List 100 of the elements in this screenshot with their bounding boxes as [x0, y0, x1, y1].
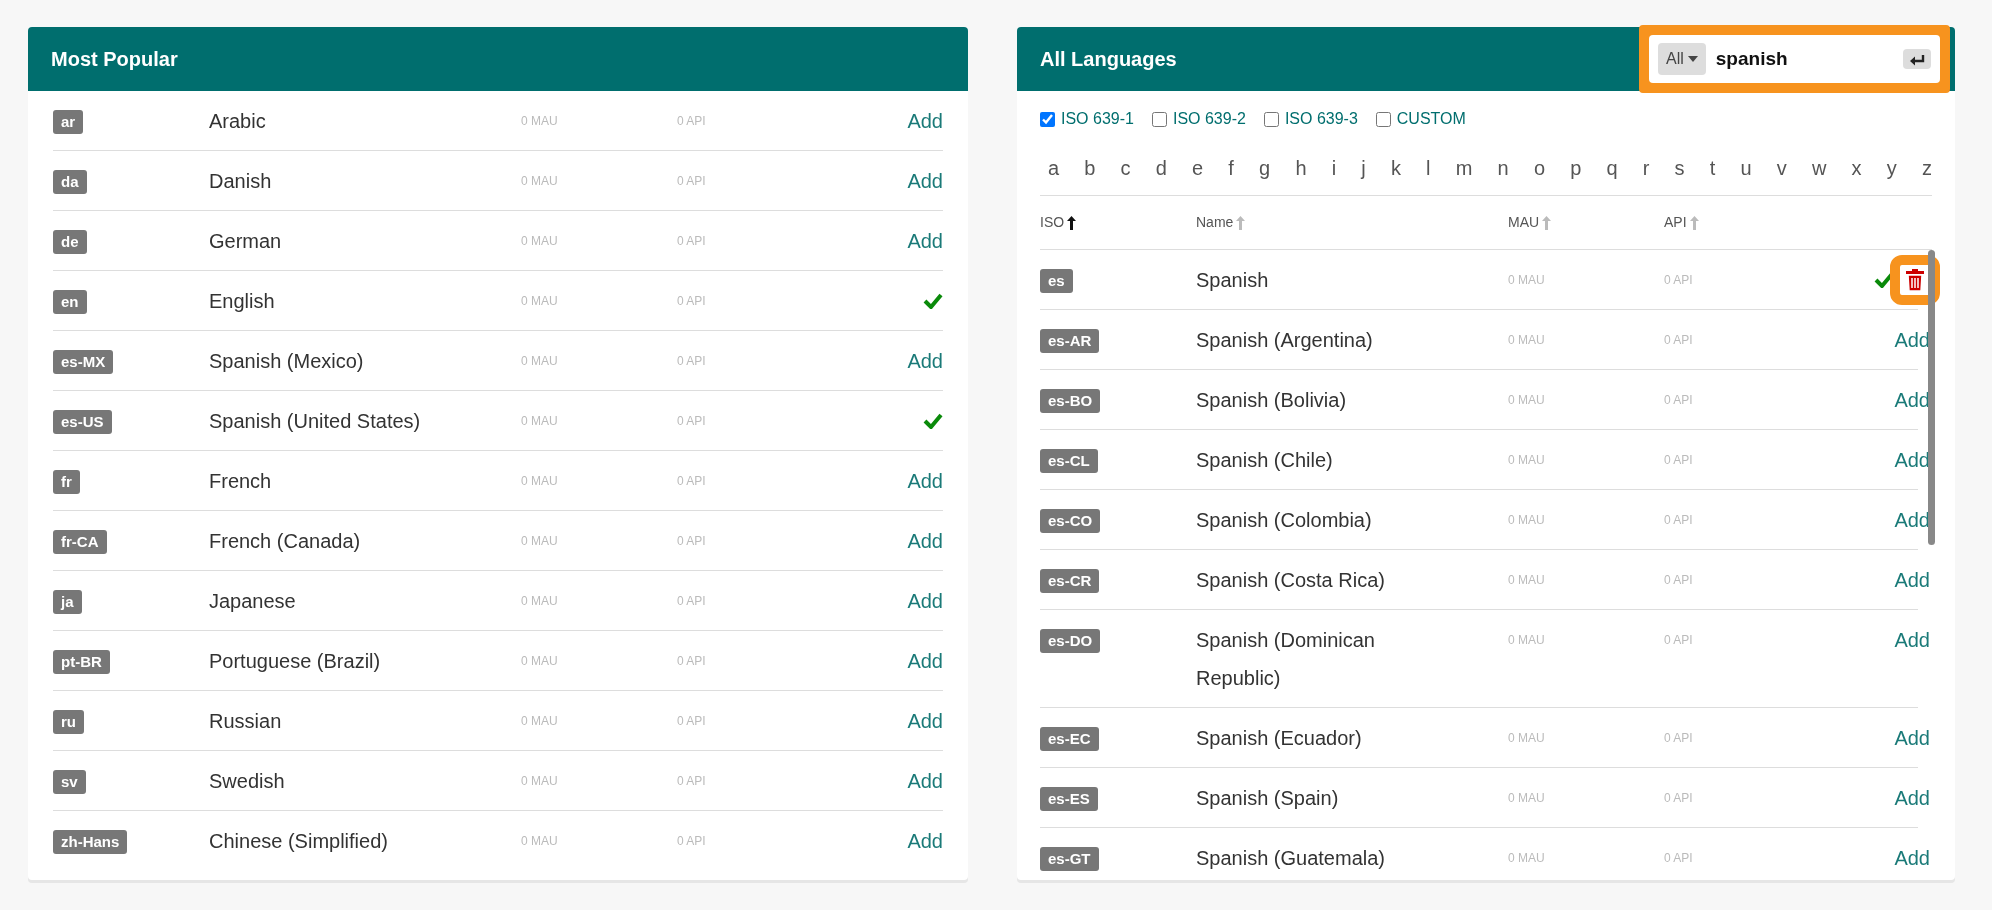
letter-link[interactable]: o: [1533, 153, 1545, 183]
checkbox[interactable]: [1375, 111, 1391, 127]
mau-count: 0 MAU: [1508, 790, 1545, 807]
filter-label[interactable]: ISO 639-2: [1172, 107, 1246, 131]
add-link[interactable]: Add: [907, 768, 943, 794]
language-name: Spanish (United States): [209, 409, 421, 434]
column-header[interactable]: MAU: [1508, 212, 1664, 233]
letter-link[interactable]: u: [1740, 153, 1752, 183]
letter-link[interactable]: n: [1497, 153, 1509, 183]
letter-link[interactable]: p: [1570, 153, 1582, 183]
language-code-badge: zh-Hans: [53, 830, 128, 854]
mau-count: 0 MAU: [1508, 272, 1545, 289]
language-name: Spanish: [1196, 268, 1269, 293]
letter-link[interactable]: d: [1155, 153, 1167, 183]
filter-label[interactable]: ISO 639-3: [1284, 107, 1358, 131]
language-code-badge: es-CO: [1040, 509, 1101, 533]
add-link[interactable]: Add: [907, 708, 943, 734]
language-name: Spanish (Costa Rica): [1196, 568, 1385, 593]
api-count: 0 API: [677, 533, 706, 550]
checkbox[interactable]: [1040, 111, 1055, 127]
api-count: 0 API: [677, 413, 706, 430]
add-link[interactable]: Add: [907, 588, 943, 614]
letter-link[interactable]: t: [1709, 153, 1716, 183]
language-code-badge: es-MX: [53, 350, 114, 374]
mau-count: 0 MAU: [1508, 850, 1545, 867]
mau-count: 0 MAU: [521, 593, 558, 610]
letter-link[interactable]: r: [1642, 153, 1650, 183]
search-field[interactable]: All spanish: [1649, 35, 1940, 83]
scope-dropdown[interactable]: All: [1658, 43, 1706, 75]
add-link[interactable]: Add: [1894, 627, 1930, 653]
letter-link[interactable]: w: [1812, 153, 1827, 183]
language-name: French (Canada): [209, 529, 361, 554]
letter-link[interactable]: b: [1084, 153, 1096, 183]
checkbox[interactable]: [1263, 111, 1279, 127]
language-name: Spanish (Colombia): [1196, 508, 1372, 533]
letter-link[interactable]: j: [1361, 153, 1366, 183]
add-link[interactable]: Add: [907, 168, 943, 194]
mau-count: 0 MAU: [521, 713, 558, 730]
letter-link[interactable]: e: [1192, 153, 1204, 183]
mau-count: 0 MAU: [521, 653, 558, 670]
letter-link[interactable]: a: [1048, 153, 1060, 183]
add-link[interactable]: Add: [907, 528, 943, 554]
letter-link[interactable]: f: [1228, 153, 1234, 183]
letter-link[interactable]: q: [1606, 153, 1618, 183]
add-link[interactable]: Add: [1894, 845, 1930, 871]
add-link[interactable]: Add: [907, 108, 943, 134]
trash-icon: [1906, 269, 1924, 291]
letter-link[interactable]: y: [1886, 153, 1897, 183]
language-code-badge: ar: [53, 110, 84, 134]
api-count: 0 API: [677, 113, 706, 130]
letter-link[interactable]: v: [1776, 153, 1787, 183]
add-link[interactable]: Add: [907, 648, 943, 674]
api-count: 0 API: [677, 593, 706, 610]
letter-link[interactable]: m: [1455, 153, 1473, 183]
letter-link[interactable]: h: [1295, 153, 1307, 183]
api-count: 0 API: [677, 713, 706, 730]
scrollbar[interactable]: [1928, 250, 1935, 545]
api-count: 0 API: [677, 473, 706, 490]
api-count: 0 API: [1664, 272, 1693, 289]
letter-link[interactable]: x: [1851, 153, 1862, 183]
api-count: 0 API: [1664, 790, 1693, 807]
language-name: Russian: [209, 709, 282, 734]
language-name: Spanish (Guatemala): [1196, 846, 1385, 871]
add-link[interactable]: Add: [907, 828, 943, 854]
caret-icon: [1687, 56, 1698, 62]
api-count: 0 API: [1664, 730, 1693, 747]
letter-link[interactable]: k: [1390, 153, 1401, 183]
mau-count: 0 MAU: [1508, 392, 1545, 409]
letter-link[interactable]: z: [1921, 153, 1932, 183]
api-count: 0 API: [1664, 850, 1693, 867]
column-header[interactable]: ISO: [1040, 212, 1196, 233]
language-code-badge: es-DO: [1040, 629, 1101, 653]
language-name: Swedish: [209, 769, 285, 794]
letter-link[interactable]: l: [1426, 153, 1431, 183]
language-code-badge: es-AR: [1040, 329, 1100, 353]
add-link[interactable]: Add: [1894, 785, 1930, 811]
panel-title: All Languages: [1040, 47, 1177, 72]
filter-label[interactable]: CUSTOM: [1396, 107, 1466, 131]
language-code-badge: fr-CA: [53, 530, 107, 554]
mau-count: 0 MAU: [521, 413, 558, 430]
column-header[interactable]: API: [1664, 212, 1820, 233]
enter-button[interactable]: [1903, 49, 1931, 69]
letter-link[interactable]: g: [1259, 153, 1271, 183]
language-code-badge: de: [53, 230, 87, 254]
column-header[interactable]: Name: [1196, 212, 1508, 233]
add-link[interactable]: Add: [907, 348, 943, 374]
filter-label[interactable]: ISO 639-1: [1061, 107, 1134, 131]
letter-link[interactable]: s: [1674, 153, 1685, 183]
add-link[interactable]: Add: [907, 228, 943, 254]
language-name: French: [209, 469, 272, 494]
language-code-badge: es-CR: [1040, 569, 1100, 593]
letter-link[interactable]: i: [1331, 153, 1337, 183]
add-link[interactable]: Add: [907, 468, 943, 494]
language-code-badge: fr: [53, 470, 80, 494]
mau-count: 0 MAU: [521, 293, 558, 310]
panel-title: Most Popular: [51, 47, 178, 72]
add-link[interactable]: Add: [1894, 567, 1930, 593]
add-link[interactable]: Add: [1894, 725, 1930, 751]
letter-link[interactable]: c: [1120, 153, 1131, 183]
checkbox[interactable]: [1151, 111, 1167, 127]
